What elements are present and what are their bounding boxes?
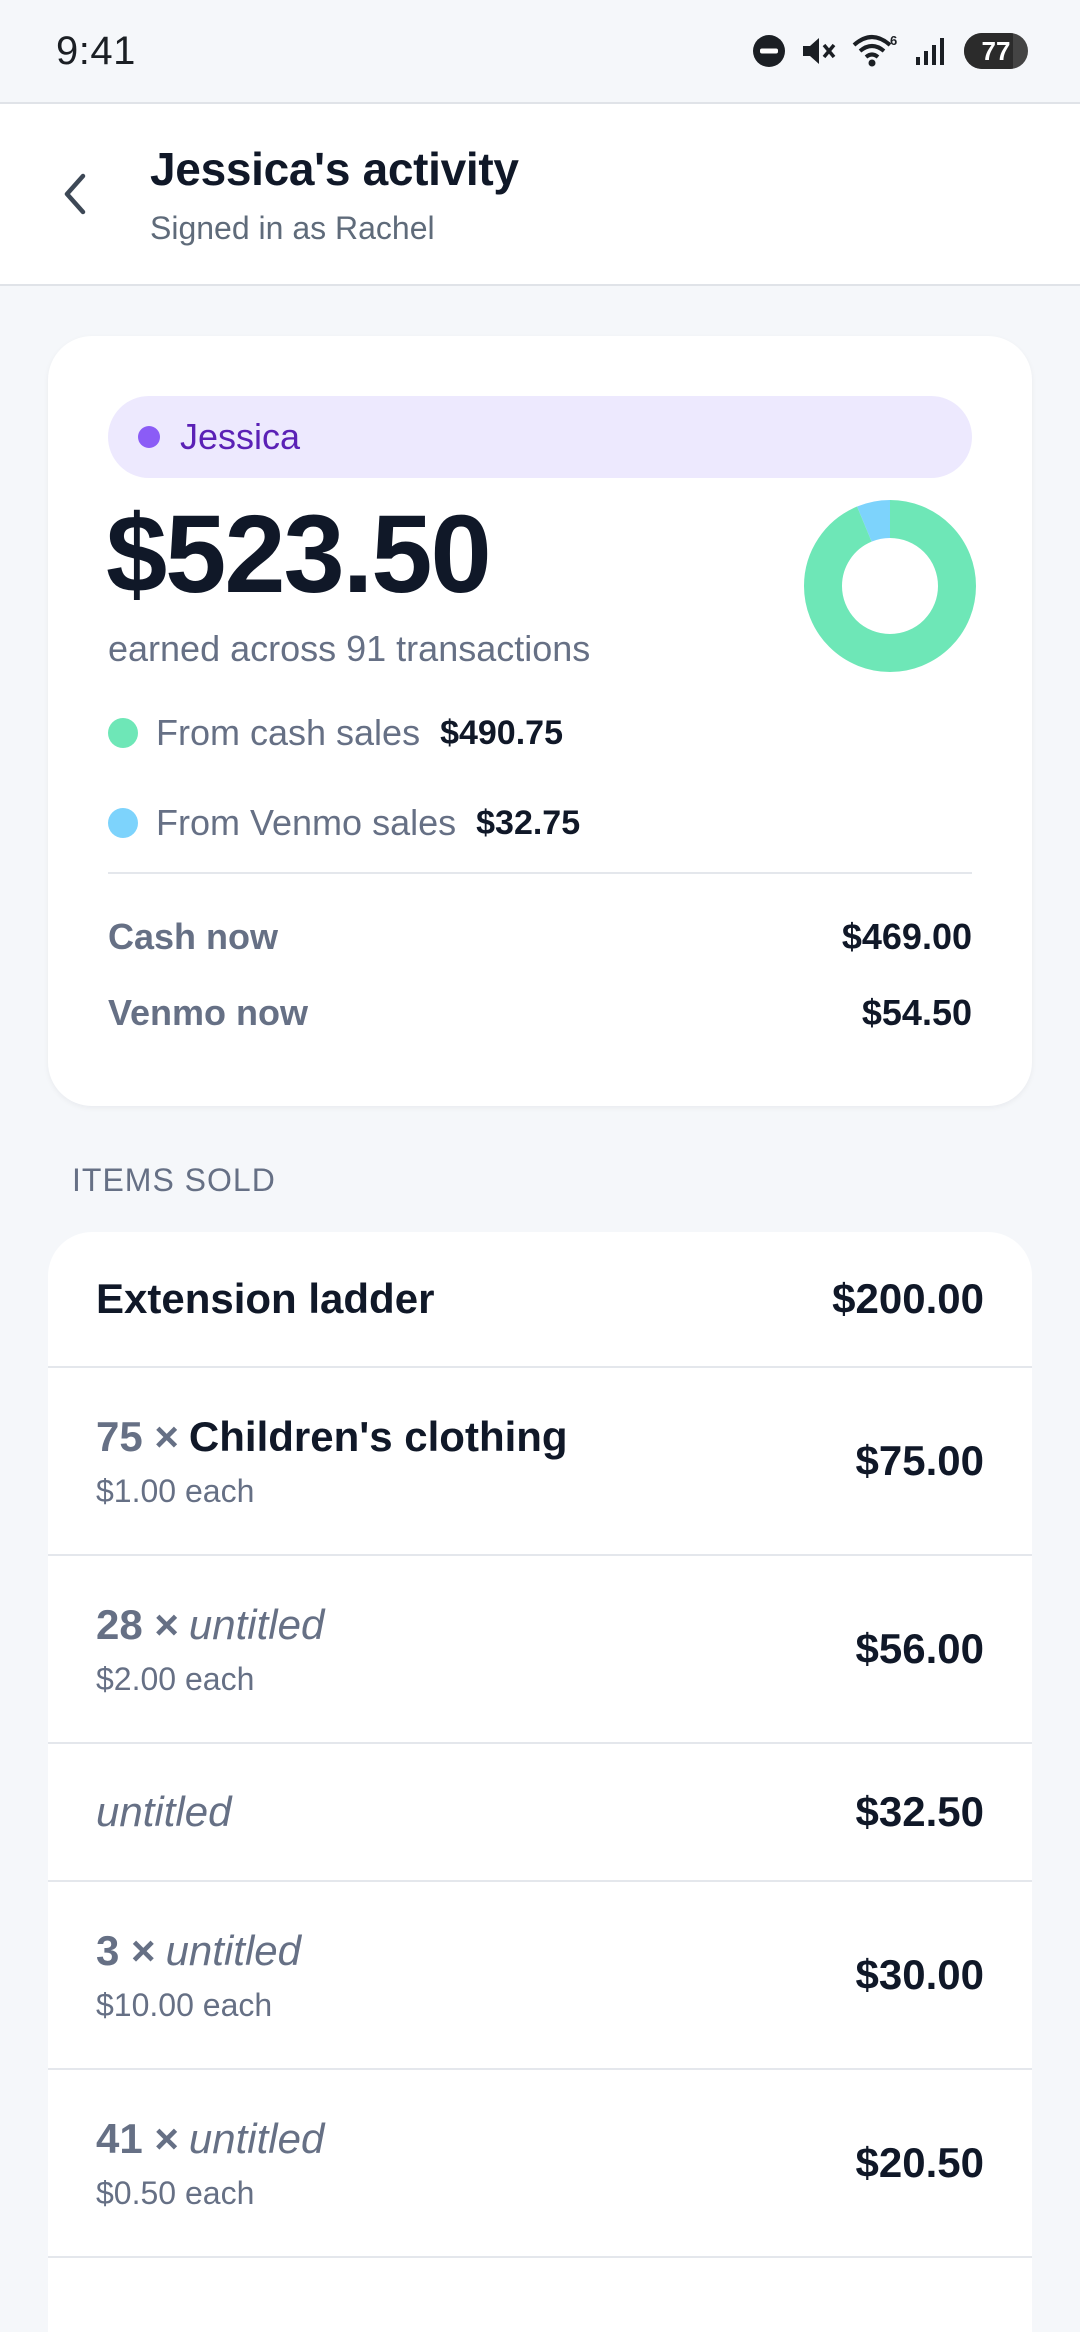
do-not-disturb-icon: [752, 31, 786, 71]
item-quantity: 41 ×: [96, 2114, 179, 2162]
item-name: untitled: [188, 1600, 325, 1648]
summary-card: Jessica $523.50 earned across 91 transac…: [48, 336, 1032, 1106]
chevron-left-icon: [64, 173, 86, 215]
balance-row-cash: Cash now $469.00: [108, 916, 972, 958]
person-name: Jessica: [180, 416, 301, 457]
item-info: untitled: [96, 1788, 231, 1836]
item-quantity: 28 ×: [96, 1600, 179, 1648]
header-text: Jessica's activity Signed in as Rachel: [150, 142, 519, 247]
legend-venmo: From Venmo sales $32.75: [108, 802, 580, 844]
battery-indicator: 77: [964, 33, 1028, 69]
item-name: Children's clothing: [188, 1412, 568, 1460]
item-info: 28 × untitled $2.00 each: [96, 1601, 324, 1698]
wifi-icon: 6: [852, 31, 900, 71]
battery-text: 77: [981, 35, 1011, 66]
earnings-donut-chart: [804, 500, 976, 672]
legend-cash: From cash sales $490.75: [108, 712, 563, 754]
status-time: 9:41: [56, 28, 136, 73]
header: Jessica's activity Signed in as Rachel: [0, 104, 1080, 286]
page-subtitle: Signed in as Rachel: [150, 209, 435, 246]
item-price: $75.00: [855, 1437, 984, 1484]
legend-cash-value: $490.75: [440, 713, 563, 752]
status-bar: 9:41 6 77: [0, 0, 1080, 104]
balance-row-venmo: Venmo now $54.50: [108, 992, 972, 1034]
venmo-dot: [108, 808, 138, 838]
item-unit-price: $10.00 each: [96, 1986, 273, 2023]
legend-cash-label: From cash sales: [156, 712, 421, 753]
item-price: $56.00: [855, 1625, 984, 1672]
status-icons: 6 77: [752, 31, 1028, 71]
balance-cash-value: $469.00: [841, 916, 972, 957]
item-info: 3 × untitled $10.00 each: [96, 1927, 301, 2024]
item-info: 75 × Children's clothing $1.00 each: [96, 1413, 568, 1510]
wifi-badge: 6: [890, 33, 897, 48]
item-price: $20.50: [855, 2139, 984, 2186]
item-quantity: 3 ×: [96, 1926, 156, 1974]
item-price: $200.00: [832, 1275, 984, 1322]
item-name: untitled: [188, 2114, 325, 2162]
list-item[interactable]: untitled $32.50: [48, 1744, 1032, 1882]
cash-dot: [108, 718, 138, 748]
page-title: Jessica's activity: [150, 142, 519, 195]
donut-slice-cash: [804, 500, 976, 672]
item-info: 41 × untitled $0.50 each: [96, 2115, 324, 2212]
item-title-line: 3 × untitled: [96, 1927, 301, 1975]
item-name: untitled: [96, 1788, 232, 1835]
item-quantity: 75 ×: [96, 1412, 179, 1460]
item-price: $32.50: [855, 1788, 984, 1835]
items-list: Extension ladder $200.00 75 × Children's…: [48, 1232, 1032, 2332]
balance-venmo-label: Venmo now: [108, 992, 309, 1033]
list-item[interactable]: 28 × untitled $2.00 each $56.00: [48, 1556, 1032, 1744]
list-item[interactable]: 41 × untitled $0.50 each $20.50: [48, 2070, 1032, 2258]
item-title-line: untitled: [96, 1788, 231, 1836]
person-chip[interactable]: Jessica: [108, 396, 972, 478]
back-button[interactable]: [0, 104, 150, 284]
item-title-line: Extension ladder: [96, 1275, 434, 1323]
section-label-items-sold: ITEMS SOLD: [72, 1162, 276, 1198]
item-info: Extension ladder: [96, 1275, 434, 1323]
item-title-line: 41 × untitled: [96, 2115, 324, 2163]
item-unit-price: $1.00 each: [96, 1472, 255, 1509]
list-item[interactable]: 3 × untitled $10.00 each $30.00: [48, 1882, 1032, 2070]
balance-venmo-value: $54.50: [861, 992, 972, 1033]
legend-venmo-label: From Venmo sales: [156, 802, 457, 843]
total-earned: $523.50: [106, 493, 492, 616]
person-color-dot: [138, 426, 160, 448]
item-title-line: 75 × Children's clothing: [96, 1413, 568, 1461]
list-item[interactable]: 75 × Children's clothing $1.00 each $75.…: [48, 1368, 1032, 1556]
item-unit-price: $2.00 each: [96, 1660, 255, 1697]
balance-cash-label: Cash now: [108, 916, 279, 957]
card-divider: [108, 872, 972, 874]
legend-venmo-value: $32.75: [476, 803, 581, 842]
item-title-line: 28 × untitled: [96, 1601, 324, 1649]
list-item[interactable]: Extension ladder $200.00: [48, 1232, 1032, 1368]
signal-icon: [914, 31, 950, 71]
total-caption: earned across 91 transactions: [108, 628, 591, 669]
item-name: Extension ladder: [96, 1275, 435, 1322]
item-unit-price: $0.50 each: [96, 2174, 255, 2211]
mute-icon: [800, 31, 838, 71]
item-price: $30.00: [855, 1951, 984, 1998]
item-name: untitled: [165, 1926, 301, 1974]
